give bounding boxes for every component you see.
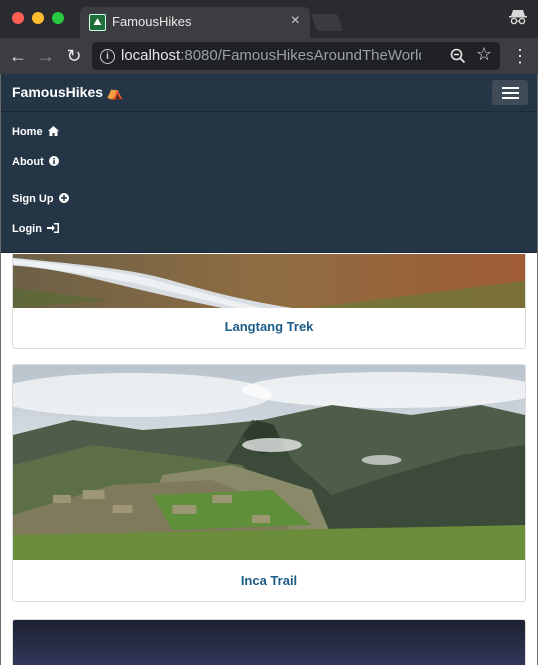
tab-close-icon[interactable]: × [291, 12, 300, 30]
nav-link-login[interactable]: Login [12, 223, 59, 235]
hamburger-line [502, 87, 519, 89]
hamburger-line [502, 97, 519, 99]
incognito-icon [509, 10, 527, 25]
zoom-out-icon[interactable] [449, 47, 467, 65]
nav-link-signup[interactable]: Sign Up [12, 193, 69, 205]
night-sky-image [13, 620, 525, 665]
hike-card[interactable] [12, 619, 526, 665]
hamburger-line [502, 92, 519, 94]
url-text[interactable]: localhost:8080/FamousHikesAroundTheWorld… [121, 47, 421, 64]
info-circle-icon [48, 156, 59, 166]
login-icon [47, 223, 59, 233]
new-tab-button[interactable] [311, 14, 343, 31]
card-title[interactable]: Langtang Trek [13, 319, 525, 334]
navbar-toggle-button[interactable] [492, 80, 528, 105]
site-navbar: FamousHikes ⛺ Home About Sign Up Login [1, 74, 537, 253]
inca-trail-image [13, 365, 525, 560]
page-viewport: Langtang Trek Inca Trail FamousHikes ⛺ H… [0, 74, 538, 665]
tent-icon: ⛺ [106, 84, 124, 100]
browser-titlebar: ⛰ FamousHikes × [0, 0, 538, 38]
langtang-image [13, 254, 525, 308]
browser-toolbar: ← → ↻ i localhost:8080/FamousHikesAround… [0, 38, 538, 74]
url-host: localhost [121, 47, 181, 64]
close-window-button[interactable] [12, 12, 24, 24]
info-icon[interactable]: i [100, 49, 115, 64]
hike-card[interactable]: Inca Trail [12, 364, 526, 602]
nav-link-label: Home [12, 126, 43, 138]
nav-link-about[interactable]: About [12, 156, 59, 168]
tab-title: FamousHikes [112, 14, 192, 29]
brand-name: FamousHikes [12, 84, 104, 100]
reload-button[interactable]: ↻ [61, 43, 87, 69]
home-icon [47, 126, 59, 136]
nav-link-label: Sign Up [12, 193, 54, 205]
address-bar[interactable]: i localhost:8080/FamousHikesAroundTheWor… [92, 42, 500, 70]
url-path: :8080/FamousHikesAroundTheWorldM... [180, 47, 421, 64]
forward-button[interactable]: → [33, 43, 59, 69]
card-title[interactable]: Inca Trail [13, 573, 525, 588]
zoom-window-button[interactable] [52, 12, 64, 24]
plus-circle-icon [58, 193, 69, 203]
navbar-divider [1, 111, 537, 112]
browser-tab[interactable]: ⛰ FamousHikes × [80, 7, 310, 38]
back-button[interactable]: ← [5, 43, 31, 69]
nav-link-label: About [12, 156, 44, 168]
hiker-favicon-icon: ⛰ [89, 14, 106, 31]
minimize-window-button[interactable] [32, 12, 44, 24]
browser-menu-icon[interactable]: ⋮ [511, 45, 529, 69]
nav-link-home[interactable]: Home [12, 126, 59, 138]
bookmark-star-icon[interactable]: ☆ [476, 44, 492, 65]
nav-link-label: Login [12, 223, 42, 235]
brand-logo[interactable]: FamousHikes ⛺ [12, 84, 123, 101]
